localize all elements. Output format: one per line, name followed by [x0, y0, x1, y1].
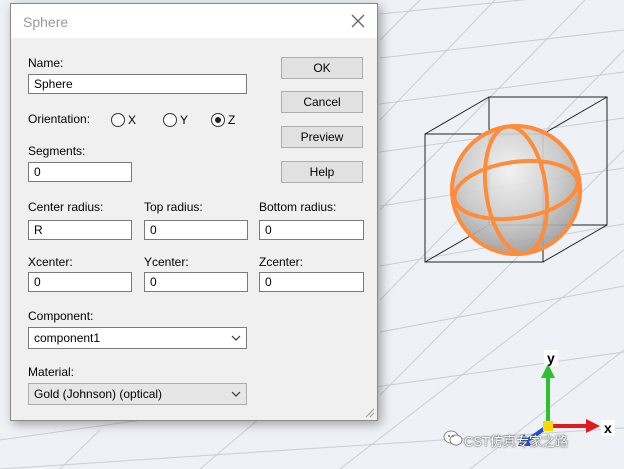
orientation-y-label: Y [180, 113, 189, 127]
cancel-button[interactable]: Cancel [281, 91, 363, 113]
ycenter-label: Ycenter: [144, 255, 189, 269]
orientation-z-label: Z [228, 113, 236, 127]
chevron-down-icon [231, 391, 241, 397]
segments-field[interactable]: 0 [28, 162, 132, 182]
ycenter-field[interactable]: 0 [144, 272, 248, 292]
dialog-title: Sphere [23, 14, 69, 30]
segments-label: Segments: [28, 144, 86, 158]
material-select[interactable]: Gold (Johnson) (optical) [28, 383, 247, 405]
zcenter-field[interactable]: 0 [259, 272, 364, 292]
xcenter-label: Xcenter: [28, 255, 73, 269]
bottom-radius-label: Bottom radius: [259, 200, 337, 214]
name-label: Name: [28, 56, 64, 70]
top-radius-field[interactable]: 0 [144, 220, 248, 240]
orientation-y-radio[interactable] [163, 113, 177, 127]
bottom-radius-field[interactable]: 0 [259, 220, 364, 240]
material-select-value: Gold (Johnson) (optical) [34, 387, 163, 401]
name-field[interactable]: Sphere [28, 74, 247, 94]
ok-button[interactable]: OK [281, 57, 363, 79]
zcenter-label: Zcenter: [259, 255, 304, 269]
help-button[interactable]: Help [281, 161, 363, 183]
close-icon[interactable] [345, 8, 371, 34]
wechat-icon [443, 430, 463, 446]
xcenter-field[interactable]: 0 [28, 272, 132, 292]
x-axis-label: x [601, 420, 615, 436]
watermark-text: CST仿真专家之路 [464, 434, 569, 449]
y-axis-label: y [544, 350, 558, 366]
sphere-dialog: Sphere Name: Sphere OK Cancel Preview He… [10, 3, 378, 421]
orientation-label: Orientation: [28, 112, 91, 126]
preview-button[interactable]: Preview [281, 126, 363, 148]
orientation-z-radio[interactable] [211, 113, 225, 127]
material-label: Material: [28, 365, 75, 379]
chevron-down-icon [231, 335, 241, 341]
component-select[interactable]: component1 [28, 327, 247, 349]
center-radius-field[interactable]: R [28, 220, 132, 240]
component-select-value: component1 [34, 331, 101, 345]
orientation-x-label: X [128, 113, 137, 127]
dialog-titlebar[interactable]: Sphere [11, 4, 377, 38]
orientation-x-radio[interactable] [111, 113, 125, 127]
component-label: Component: [28, 309, 94, 323]
center-radius-label: Center radius: [28, 200, 104, 214]
resize-grip-icon[interactable] [363, 406, 375, 418]
radio-selected-dot [215, 117, 221, 123]
top-radius-label: Top radius: [144, 200, 203, 214]
